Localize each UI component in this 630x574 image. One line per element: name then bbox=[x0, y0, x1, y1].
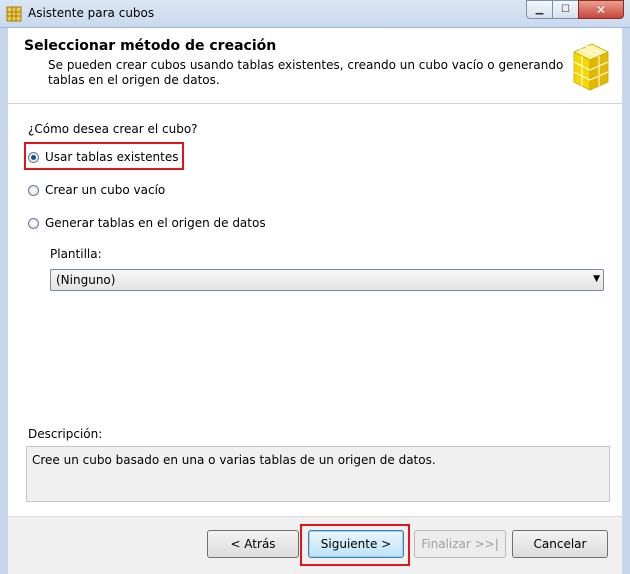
wizard-footer: < Atrás Siguiente > Finalizar >>| Cancel… bbox=[8, 516, 622, 574]
option-use-existing-tables[interactable]: Usar tablas existentes bbox=[28, 150, 178, 164]
minimize-button[interactable]: ▁ bbox=[526, 0, 553, 19]
finish-button[interactable]: Finalizar >>| bbox=[414, 530, 506, 558]
description-box: Cree un cubo basado en una o varias tabl… bbox=[26, 446, 610, 502]
window-frame-left bbox=[0, 28, 8, 574]
close-button[interactable]: ✕ bbox=[578, 0, 624, 19]
close-icon: ✕ bbox=[595, 2, 607, 17]
app-icon bbox=[6, 6, 22, 22]
next-button[interactable]: Siguiente > bbox=[308, 530, 404, 558]
page-title: Seleccionar método de creación bbox=[24, 38, 277, 54]
window-controls: ▁ ☐ ✕ bbox=[526, 0, 624, 20]
wizard-header: Seleccionar método de creación Se pueden… bbox=[8, 28, 622, 104]
radio-button[interactable] bbox=[28, 184, 39, 196]
wizard-window: Asistente para cubos ▁ ☐ ✕ Seleccionar m… bbox=[0, 0, 630, 574]
option-label: Usar tablas existentes bbox=[45, 150, 179, 164]
window-title: Asistente para cubos bbox=[28, 6, 155, 20]
window-frame-right bbox=[622, 28, 630, 574]
description-label: Descripción: bbox=[28, 427, 103, 441]
radio-button[interactable] bbox=[28, 151, 39, 163]
template-select[interactable]: (Ninguno) ▼ bbox=[50, 269, 604, 291]
wizard-body: ¿Cómo desea crear el cubo? Usar tablas e… bbox=[8, 104, 622, 516]
description-text: Cree un cubo basado en una o varias tabl… bbox=[32, 453, 436, 467]
back-button[interactable]: < Atrás bbox=[207, 530, 299, 558]
maximize-icon: ☐ bbox=[561, 4, 570, 15]
cancel-button[interactable]: Cancelar bbox=[512, 530, 608, 558]
maximize-button[interactable]: ☐ bbox=[552, 0, 579, 19]
page-description: Se pueden crear cubos usando tablas exis… bbox=[48, 58, 564, 87]
option-generate-tables[interactable]: Generar tablas en el origen de datos bbox=[28, 216, 266, 230]
template-value: (Ninguno) bbox=[56, 273, 116, 287]
option-label: Crear un cubo vacío bbox=[45, 183, 166, 197]
title-bar[interactable]: Asistente para cubos ▁ ☐ ✕ bbox=[0, 0, 630, 28]
option-label: Generar tablas en el origen de datos bbox=[45, 216, 266, 230]
creation-question: ¿Cómo desea crear el cubo? bbox=[28, 122, 198, 136]
cube-icon bbox=[573, 43, 609, 91]
minimize-icon: ▁ bbox=[535, 4, 544, 15]
option-empty-cube[interactable]: Crear un cubo vacío bbox=[28, 183, 165, 197]
chevron-down-icon: ▼ bbox=[593, 274, 600, 284]
radio-button[interactable] bbox=[28, 217, 39, 229]
template-label: Plantilla: bbox=[50, 247, 102, 261]
